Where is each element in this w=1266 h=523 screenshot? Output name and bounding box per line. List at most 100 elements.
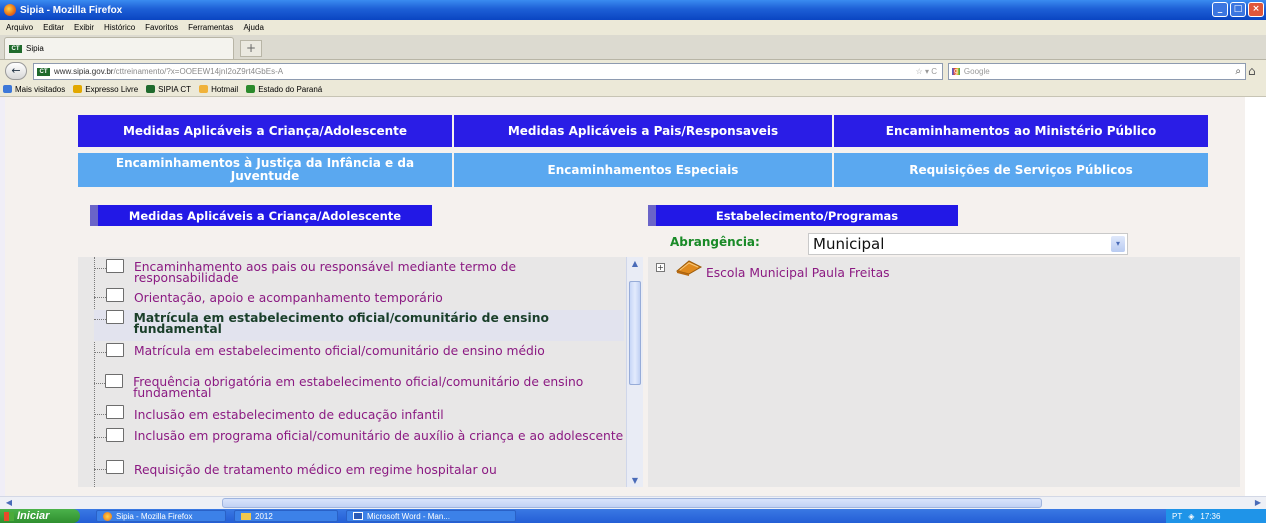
chevron-down-icon[interactable]: ▾ <box>1111 236 1125 252</box>
home-icon[interactable]: ⌂ <box>1248 64 1264 79</box>
search-input[interactable]: g Google ⌕ <box>948 63 1246 80</box>
menu-exibir[interactable]: Exibir <box>74 23 94 32</box>
tab-sipia[interactable]: CT Sipia <box>4 37 234 59</box>
abrangencia-label: Abrangência: <box>670 235 760 249</box>
system-tray: PT ◈ 17:36 <box>1166 509 1266 523</box>
nav-requisicoes-servicos[interactable]: Requisições de Serviços Públicos <box>834 153 1208 187</box>
site-identity-icon[interactable]: CT <box>37 67 50 76</box>
measures-scrollbar[interactable]: ▲ ▼ <box>626 257 643 487</box>
horizontal-scrollbar[interactable]: ◀ ▶ <box>0 496 1266 509</box>
establishment-link[interactable]: Escola Municipal Paula Freitas <box>706 266 890 280</box>
close-button[interactable]: × <box>1248 2 1264 17</box>
bookmark-estado-parana[interactable]: Estado do Paraná <box>246 85 322 94</box>
menu-favoritos[interactable]: Favoritos <box>145 23 178 32</box>
bookmark-expresso-livre[interactable]: Expresso Livre <box>73 85 138 94</box>
document-icon <box>105 259 124 273</box>
book-icon <box>675 260 703 276</box>
tree-branch <box>94 414 106 415</box>
bookmark-mais-visitados[interactable]: Mais visitados <box>3 85 65 94</box>
measure-label[interactable]: Frequência obrigatória em estabeleciment… <box>133 374 624 399</box>
menu-arquivo[interactable]: Arquivo <box>6 23 33 32</box>
nav-ministerio-publico[interactable]: Encaminhamentos ao Ministério Público <box>834 115 1208 147</box>
start-label: Iniciar <box>17 510 50 522</box>
tree-branch <box>94 319 106 320</box>
url-host: www.sipia.gov.br <box>54 67 114 76</box>
url-controls[interactable]: ☆ ▾ C <box>916 67 937 76</box>
nav-justica-infancia[interactable]: Encaminhamentos à Justiça da Infância e … <box>78 153 452 187</box>
right-section-header: Estabelecimento/Programas <box>648 205 958 226</box>
folder-icon <box>241 512 251 520</box>
expresso-icon <box>73 85 83 93</box>
search-icon[interactable]: ⌕ <box>1235 66 1241 77</box>
window-titlebar: Sipia - Mozilla Firefox _ □ × <box>0 0 1266 20</box>
new-tab-button[interactable]: + <box>240 40 262 57</box>
url-path: /cttreinamento/?x=OOEEW14jnI2oZ9rt4GbEs-… <box>113 67 284 76</box>
measure-item[interactable]: Inclusão em estabelecimento de educação … <box>94 405 624 427</box>
measure-label[interactable]: Matrícula em estabelecimento oficial/com… <box>134 343 545 357</box>
clock[interactable]: 17:36 <box>1200 512 1220 521</box>
measure-label[interactable]: Requisição de tratamento médico em regim… <box>134 460 497 476</box>
bookmark-sipia-ct[interactable]: SIPIA CT <box>146 85 191 94</box>
bookmark-label: SIPIA CT <box>158 84 192 94</box>
expand-icon[interactable]: + <box>656 263 665 272</box>
menu-ferramentas[interactable]: Ferramentas <box>188 23 233 32</box>
language-indicator[interactable]: PT <box>1172 512 1182 521</box>
bookmark-hotmail[interactable]: Hotmail <box>199 85 238 94</box>
google-engine-icon[interactable]: g <box>952 68 960 75</box>
measure-label[interactable]: Encaminhamento aos pais ou responsável m… <box>134 259 624 284</box>
bookmark-label: Hotmail <box>211 84 239 94</box>
start-button[interactable]: Iniciar <box>0 509 80 523</box>
measure-item[interactable]: Matrícula em estabelecimento oficial/com… <box>94 343 624 373</box>
bookmark-label: Expresso Livre <box>85 84 139 94</box>
tree-branch <box>94 383 106 384</box>
bookmark-folder-icon <box>3 85 12 93</box>
taskbar-item-word[interactable]: Microsoft Word - Man... <box>346 510 516 522</box>
document-icon <box>106 288 124 302</box>
page-content: Medidas Aplicáveis a Criança/Adolescente… <box>0 97 1266 496</box>
measure-item[interactable]: Encaminhamento aos pais ou responsável m… <box>94 259 624 289</box>
url-text: www.sipia.gov.br/cttreinamento/?x=OOEEW1… <box>54 67 283 76</box>
scroll-right-icon[interactable]: ▶ <box>1252 497 1264 509</box>
taskbar-item-label: Sipia - Mozilla Firefox <box>116 511 193 521</box>
scroll-thumb[interactable] <box>629 281 641 385</box>
menu-ajuda[interactable]: Ajuda <box>243 23 263 32</box>
maximize-button[interactable]: □ <box>1230 2 1246 17</box>
scroll-down-icon[interactable]: ▼ <box>628 474 642 487</box>
windows-taskbar: Iniciar Sipia - Mozilla Firefox 2012 Mic… <box>0 509 1266 523</box>
sipia-icon <box>146 85 156 93</box>
measure-item[interactable]: Requisição de tratamento médico em regim… <box>94 460 624 486</box>
network-icon[interactable]: ◈ <box>1188 512 1194 521</box>
taskbar-item-firefox[interactable]: Sipia - Mozilla Firefox <box>96 510 226 522</box>
address-bar[interactable]: CT www.sipia.gov.br/cttreinamento/?x=OOE… <box>33 63 943 80</box>
scroll-left-icon[interactable]: ◀ <box>3 497 15 509</box>
measure-item[interactable]: Orientação, apoio e acompanhamento tempo… <box>94 288 624 310</box>
search-placeholder: Google <box>963 67 990 76</box>
menu-editar[interactable]: Editar <box>43 23 64 32</box>
scroll-up-icon[interactable]: ▲ <box>628 257 642 270</box>
bookmark-label: Mais visitados <box>15 84 66 94</box>
taskbar-item-label: Microsoft Word - Man... <box>367 511 450 521</box>
abrangencia-select[interactable]: Municipal ▾ <box>808 233 1128 255</box>
measure-item[interactable]: Inclusão em programa oficial/comunitário… <box>94 428 624 458</box>
document-icon <box>105 374 124 388</box>
measure-label[interactable]: Inclusão em estabelecimento de educação … <box>134 405 444 421</box>
sipia-favicon-icon: CT <box>9 44 22 53</box>
tree-branch <box>94 268 106 269</box>
measure-label[interactable]: Matrícula em estabelecimento oficial/com… <box>134 310 624 335</box>
tab-label: Sipia <box>26 44 44 53</box>
measure-item-selected[interactable]: Matrícula em estabelecimento oficial/com… <box>94 310 624 341</box>
measure-item[interactable]: Frequência obrigatória em estabeleciment… <box>94 374 624 404</box>
back-button[interactable]: ← <box>5 62 27 80</box>
minimize-button[interactable]: _ <box>1212 2 1228 17</box>
nav-medidas-crianca[interactable]: Medidas Aplicáveis a Criança/Adolescente <box>78 115 452 147</box>
menu-historico[interactable]: Histórico <box>104 23 135 32</box>
measure-label[interactable]: Inclusão em programa oficial/comunitário… <box>134 428 623 442</box>
measure-label[interactable]: Orientação, apoio e acompanhamento tempo… <box>134 288 443 304</box>
nav-medidas-pais[interactable]: Medidas Aplicáveis a Pais/Responsaveis <box>454 115 832 147</box>
horizontal-scroll-thumb[interactable] <box>222 498 1042 508</box>
nav-encaminhamentos-especiais[interactable]: Encaminhamentos Especiais <box>454 153 832 187</box>
left-section-header: Medidas Aplicáveis a Criança/Adolescente <box>90 205 432 226</box>
menu-bar: Arquivo Editar Exibir Histórico Favorito… <box>0 20 1266 35</box>
taskbar-item-folder[interactable]: 2012 <box>234 510 338 522</box>
navigation-bar: ← CT www.sipia.gov.br/cttreinamento/?x=O… <box>0 60 1266 82</box>
